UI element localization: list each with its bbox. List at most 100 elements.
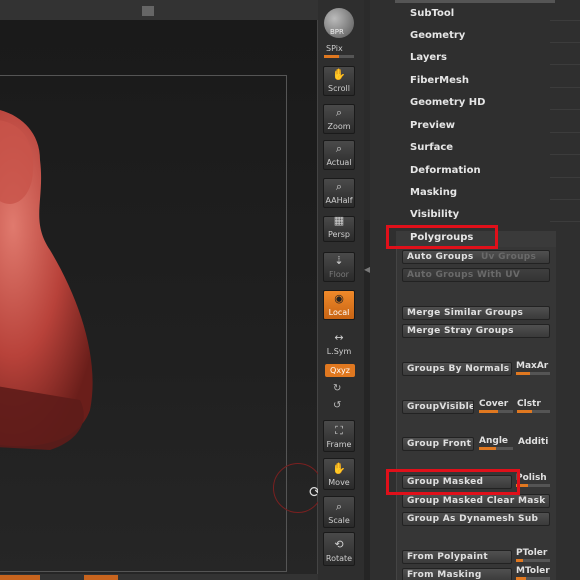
bottom-accent-mid bbox=[84, 575, 118, 580]
from-masking-button[interactable]: From Masking bbox=[402, 568, 512, 580]
uv-groups-label: Uv Groups bbox=[480, 252, 537, 262]
group-visible-button[interactable]: GroupVisible bbox=[402, 400, 474, 414]
rotate-y-icon[interactable]: ↻ bbox=[333, 383, 341, 394]
menu-deformation[interactable]: Deformation bbox=[410, 165, 481, 176]
menu-subtool[interactable]: SubTool bbox=[410, 8, 454, 19]
frame-icon: ⛶ bbox=[335, 424, 343, 437]
auto-groups-button[interactable]: Auto Groups Uv Groups bbox=[402, 250, 550, 264]
aahalf-button[interactable]: ⌕ AAHalf bbox=[323, 178, 355, 208]
divider bbox=[550, 109, 580, 110]
divider bbox=[550, 199, 580, 200]
actual-button[interactable]: ⌕ Actual bbox=[323, 140, 355, 170]
polish-slider[interactable]: Polish bbox=[516, 473, 550, 487]
clustering-label: Clstr bbox=[517, 399, 541, 409]
persp-button[interactable]: ▦ Persp bbox=[323, 214, 355, 242]
zoom-button[interactable]: ⌕ Zoom bbox=[323, 104, 355, 134]
rotate-z-icon[interactable]: ↺ bbox=[333, 400, 341, 411]
move-label: Move bbox=[328, 478, 350, 487]
divider bbox=[550, 20, 580, 21]
maxangle-label: MaxAr bbox=[516, 361, 549, 371]
scroll-label: Scroll bbox=[328, 84, 350, 93]
group-masked-clear-mask-button[interactable]: Group Masked Clear Mask bbox=[402, 494, 550, 508]
palette-top-bar bbox=[395, 0, 555, 3]
scale-button[interactable]: ⌕ Scale bbox=[323, 496, 355, 528]
canvas-bottom-bar bbox=[0, 574, 318, 580]
menu-fibermesh[interactable]: FiberMesh bbox=[410, 75, 469, 86]
clustering-slider[interactable]: Clstr bbox=[517, 399, 550, 413]
rotate-button[interactable]: ⟲ Rotate bbox=[323, 532, 355, 566]
canvas-scroll-thumb[interactable] bbox=[142, 6, 154, 16]
rotate-label: Rotate bbox=[325, 554, 353, 563]
from-polypaint-button[interactable]: From Polypaint bbox=[402, 550, 512, 564]
xyz-toggle[interactable]: Qxyz bbox=[325, 364, 355, 377]
magnifier-icon: ⌕ bbox=[335, 106, 343, 119]
floor-button[interactable]: ⇣ Floor bbox=[323, 252, 355, 282]
right-shelf: BPR SPix ✋ Scroll ⌕ Zoom ⌕ Actual ⌕ AAHa… bbox=[318, 0, 364, 580]
divider bbox=[550, 132, 580, 133]
scale-label: Scale bbox=[328, 516, 350, 525]
spix-slider[interactable] bbox=[324, 55, 354, 58]
menu-surface[interactable]: Surface bbox=[410, 142, 453, 153]
merge-stray-groups-button[interactable]: Merge Stray Groups bbox=[402, 324, 550, 338]
magnifier-icon: ⌕ bbox=[335, 142, 343, 155]
hand-icon: ✋ bbox=[332, 68, 346, 81]
floor-label: Floor bbox=[329, 270, 349, 279]
frame-button[interactable]: ⛶ Frame bbox=[323, 420, 355, 452]
menu-geometry-hd[interactable]: Geometry HD bbox=[410, 97, 485, 108]
spix-label: SPix bbox=[326, 44, 343, 53]
polygroups-highlight-box bbox=[386, 225, 498, 249]
bpr-label: BPR bbox=[330, 28, 344, 36]
group-front-button[interactable]: Group Front bbox=[402, 437, 474, 451]
divider bbox=[550, 221, 580, 222]
move-button[interactable]: ✋ Move bbox=[323, 458, 355, 490]
additive-toggle[interactable]: Additi bbox=[518, 437, 552, 451]
coverage-slider[interactable]: Cover bbox=[479, 399, 513, 413]
zbrush-window: ⟳ BPR SPix ✋ Scroll ⌕ Zoom ⌕ Actual ⌕ AA… bbox=[0, 0, 580, 580]
floor-icon: ⇣ bbox=[334, 254, 344, 267]
actual-label: Actual bbox=[326, 158, 352, 167]
sculpt-model[interactable] bbox=[0, 100, 100, 460]
ptolerance-slider[interactable]: PToler bbox=[516, 548, 550, 562]
aahalf-label: AAHalf bbox=[325, 196, 353, 205]
divider bbox=[550, 154, 580, 155]
local-button[interactable]: ◉ Local bbox=[323, 290, 355, 320]
rotate-icon: ⟲ bbox=[334, 538, 344, 551]
group-masked-highlight-box bbox=[386, 469, 520, 495]
local-label: Local bbox=[328, 308, 350, 317]
polish-label: Polish bbox=[516, 473, 547, 483]
group-as-dynamesh-sub-button[interactable]: Group As Dynamesh Sub bbox=[402, 512, 550, 526]
angle-slider[interactable]: Angle bbox=[479, 436, 513, 450]
ptolerance-label: PToler bbox=[516, 548, 548, 558]
merge-similar-groups-button[interactable]: Merge Similar Groups bbox=[402, 306, 550, 320]
auto-groups-label: Auto Groups bbox=[407, 252, 474, 262]
scroll-button[interactable]: ✋ Scroll bbox=[323, 66, 355, 96]
menu-geometry[interactable]: Geometry bbox=[410, 30, 465, 41]
menu-masking[interactable]: Masking bbox=[410, 187, 457, 198]
mtolerance-label: MToler bbox=[516, 566, 550, 576]
scale-icon: ⌕ bbox=[335, 500, 343, 513]
menu-layers[interactable]: Layers bbox=[410, 52, 447, 63]
persp-label: Persp bbox=[328, 230, 350, 239]
divider bbox=[550, 64, 580, 65]
divider bbox=[550, 42, 580, 43]
move-icon: ✋ bbox=[332, 462, 346, 475]
menu-visibility[interactable]: Visibility bbox=[410, 209, 459, 220]
frame-label: Frame bbox=[326, 440, 352, 449]
canvas-viewport[interactable] bbox=[0, 20, 323, 580]
bottom-accent-left bbox=[0, 575, 40, 580]
canvas-top-strip bbox=[0, 0, 318, 20]
mtolerance-slider[interactable]: MToler bbox=[516, 566, 550, 580]
lsym-label: L.Sym bbox=[326, 347, 352, 356]
maxangle-slider[interactable]: MaxAr bbox=[516, 361, 550, 375]
grid-icon: ▦ bbox=[333, 214, 345, 227]
divider bbox=[550, 177, 580, 178]
coverage-label: Cover bbox=[479, 399, 509, 409]
angle-label: Angle bbox=[479, 436, 509, 446]
magnifier-icon: ⌕ bbox=[335, 180, 343, 193]
divider bbox=[550, 87, 580, 88]
lsym-button[interactable]: ↔ L.Sym bbox=[323, 331, 355, 358]
groups-by-normals-button[interactable]: Groups By Normals bbox=[402, 362, 512, 376]
menu-preview[interactable]: Preview bbox=[410, 120, 455, 131]
auto-groups-uv-button[interactable]: Auto Groups With UV bbox=[402, 268, 550, 282]
symmetry-icon: ↔ bbox=[334, 331, 344, 344]
